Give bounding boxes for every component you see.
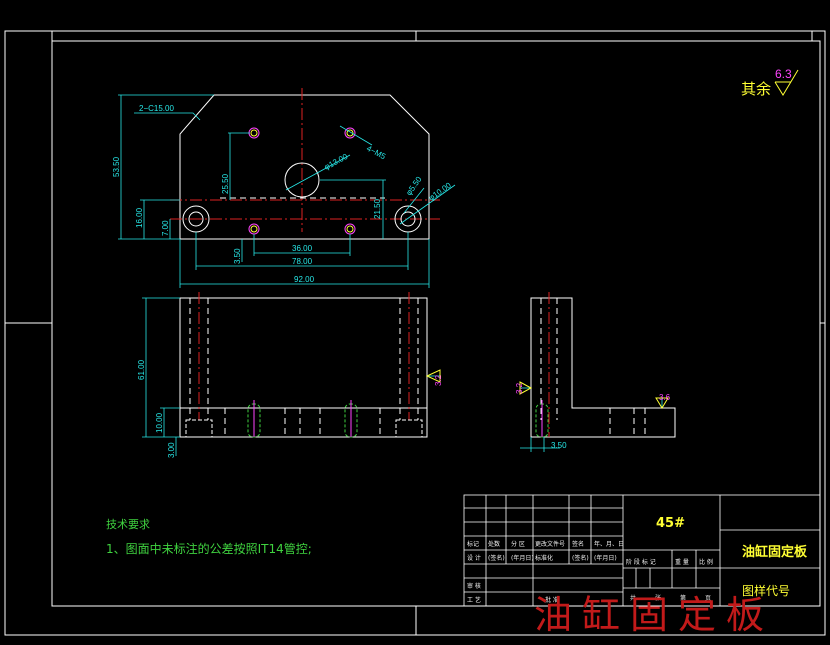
dim-36: 36.00	[292, 244, 313, 253]
tb-col-3: 更改文件号	[535, 540, 565, 548]
tb-col-4: 签名	[572, 540, 584, 548]
tb-sign-3: 标准化	[535, 554, 553, 562]
dim-92: 92.00	[294, 275, 315, 284]
tb-col-1: 处数	[488, 540, 500, 548]
title-block-text: 标记 处数 分 区 更改文件号 签名 年、月、日 设 计 (签名) (年月日) …	[467, 516, 808, 604]
dim-cbore-outer: φ10.00	[427, 180, 453, 202]
front-view-outline	[179, 297, 428, 438]
tb-sign-1: (签名)	[488, 554, 505, 562]
front-view: 3.2 61.00 10.00 3.00	[137, 292, 443, 458]
tb-col-5: 年、月、日	[594, 540, 624, 548]
tech-notes-heading: 技术要求	[106, 518, 150, 531]
tb-sign-2: (年月日)	[511, 554, 534, 562]
roughness-note-prefix: 其余	[741, 80, 771, 98]
cad-drawing-sheet: 其余 6.3 2−C15.00 4−M5 φ13.00 φ10.00 φ5.50…	[4, 30, 826, 637]
dim-chamfer: 2−C15.00	[139, 104, 174, 113]
tb-stage-0: 阶 段 标 记	[626, 558, 656, 566]
front-roughness: 3.2	[434, 374, 443, 386]
tb-material: 45#	[656, 516, 685, 531]
top-view-outline	[179, 94, 430, 240]
dim-center-hole: φ13.00	[323, 152, 350, 172]
dim-3: 3.00	[167, 442, 176, 458]
tb-sign-0: 设 计	[467, 554, 481, 562]
dim-7: 7.00	[161, 220, 170, 236]
tb-col-0: 标记	[467, 540, 479, 548]
roughness-note-value: 6.3	[775, 67, 792, 81]
tb-stage-2: 比 例	[699, 558, 713, 566]
tb-stage-1: 重 量	[675, 558, 689, 566]
tb-sign-5: (年月日)	[594, 554, 617, 562]
tb-review: 审 核	[467, 582, 481, 590]
inner-frame	[51, 40, 821, 607]
side-view-outline	[530, 297, 676, 438]
tech-notes-line1: 1、图面中未标注的公差按照IT14管控;	[106, 541, 312, 556]
side-view: 3.2 3.6 3.50	[515, 292, 676, 452]
dim-16: 16.00	[135, 207, 144, 228]
side-dim-3-5: 3.50	[551, 441, 567, 450]
dim-10: 10.00	[155, 412, 164, 433]
dim-3-5: 3.50	[233, 248, 242, 264]
side-roughness-left: 3.2	[515, 382, 524, 394]
top-view: 2−C15.00 4−M5 φ13.00 φ10.00 φ5.50 53.50 …	[112, 88, 456, 288]
side-roughness-right: 3.6	[659, 393, 671, 402]
dim-78: 78.00	[292, 257, 313, 266]
dim-thread: 4−M5	[365, 144, 388, 162]
watermark: 油缸固定板	[534, 593, 774, 637]
tb-part-name: 油缸固定板	[742, 544, 808, 560]
dim-61: 61.00	[137, 359, 146, 380]
dim-cbore-inner: φ5.50	[404, 175, 424, 198]
dim-25-5: 25.50	[221, 173, 230, 194]
tb-process: 工 艺	[467, 596, 481, 604]
tb-col-2: 分 区	[511, 540, 525, 548]
dim-21-5: 21.50	[373, 198, 382, 219]
dim-total-height: 53.50	[112, 156, 121, 177]
roughness-note: 其余 6.3	[741, 67, 799, 98]
tb-sign-4: (签名)	[572, 554, 589, 562]
